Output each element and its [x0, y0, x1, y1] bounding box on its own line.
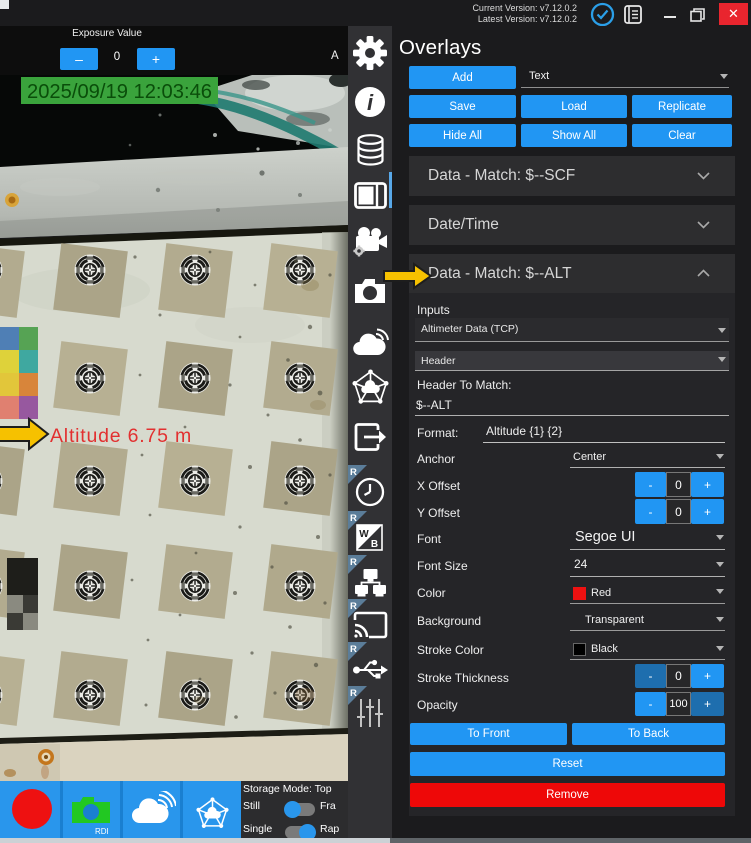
svg-text:R: R [350, 557, 357, 568]
svg-text:R: R [350, 513, 357, 524]
svg-text:R: R [350, 467, 357, 478]
svg-text:Altitude 6.75 m: Altitude 6.75 m [50, 425, 192, 447]
svg-text:B: B [371, 539, 378, 550]
svg-text:R: R [350, 601, 357, 612]
svg-text:2025/09/19 12:03:46: 2025/09/19 12:03:46 [27, 81, 212, 103]
svg-text:R: R [350, 688, 357, 699]
svg-text:i: i [367, 90, 374, 115]
svg-text:R: R [350, 644, 357, 655]
svg-text:W: W [359, 529, 369, 540]
